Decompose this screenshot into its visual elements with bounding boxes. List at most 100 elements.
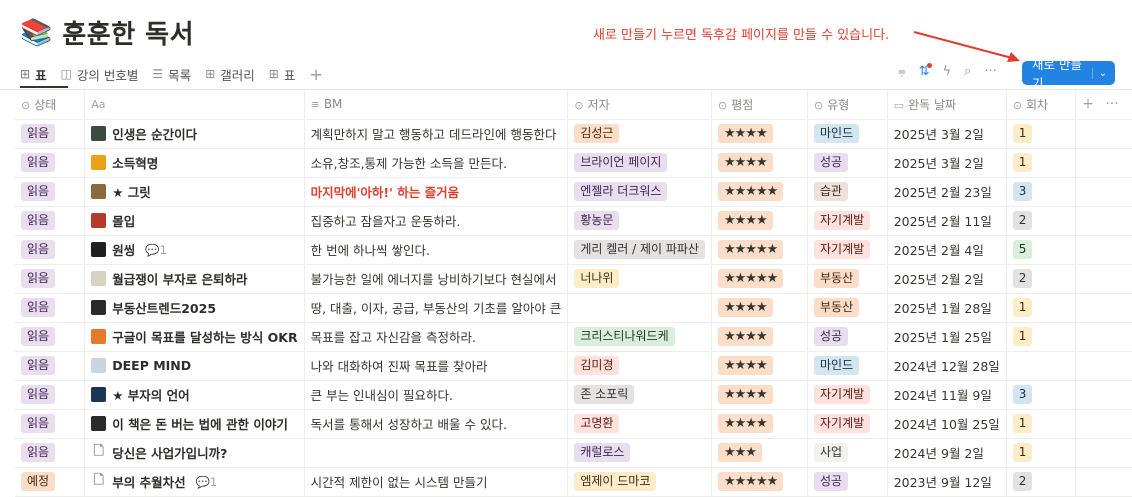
cell-bm[interactable]: 불가능한 일에 에너지를 낭비하기보다 현실에서	[304, 264, 569, 294]
cell-date[interactable]: 2025년 1월 28일	[887, 293, 1007, 323]
table-row[interactable]: 읽음 ★ 그릿 마지막에'아하!' 하는 즐거움 엔젤라 더크워스 ★★★★★ …	[15, 177, 1132, 207]
cell-author[interactable]: 엠제이 드마코	[567, 467, 712, 497]
cell-count[interactable]: 1	[1006, 119, 1077, 149]
more-icon[interactable]: ···	[1105, 96, 1118, 112]
cell-type[interactable]: 부동산	[807, 293, 888, 323]
cell-bm[interactable]: 마지막에'아하!' 하는 즐거움	[304, 177, 569, 207]
tab-2[interactable]: ☰ 목록	[152, 65, 191, 84]
cell-name[interactable]: 원씽 💬1	[84, 235, 305, 265]
cell-rating[interactable]: ★★★★	[711, 148, 809, 178]
cell-rating[interactable]: ★★★★	[711, 409, 809, 439]
cell-status[interactable]: 읽음	[15, 206, 86, 236]
cell-type[interactable]: 마인드	[807, 119, 888, 149]
cell-date[interactable]: 2025년 3월 2일	[887, 148, 1007, 178]
search-icon[interactable]: ⌕	[964, 64, 971, 79]
cell-count[interactable]: 5	[1006, 235, 1077, 265]
tab-1[interactable]: ◫ 강의 번호별	[61, 65, 139, 84]
cell-name[interactable]: 이 책은 돈 버는 법에 관한 이야기	[84, 409, 305, 439]
cell-rating[interactable]: ★★★★★	[711, 177, 809, 207]
cell-author[interactable]: 김미경	[567, 351, 712, 381]
column-header-author[interactable]: ⊙ 저자	[567, 90, 712, 120]
cell-count[interactable]: 2	[1006, 206, 1077, 236]
cell-date[interactable]: 2025년 2월 11일	[887, 206, 1007, 236]
cell-type[interactable]: 자기계발	[807, 409, 888, 439]
cell-type[interactable]: 습관	[807, 177, 888, 207]
cell-author[interactable]: 김성근	[567, 119, 712, 149]
cell-bm[interactable]: 집중하고 잠을자고 운동하라.	[304, 206, 569, 236]
cell-rating[interactable]: ★★★★★	[711, 264, 809, 294]
cell-date[interactable]: 2025년 2월 2일	[887, 264, 1007, 294]
table-row[interactable]: 읽음 DEEP MIND 나와 대화하여 진짜 목표를 찾아라 김미경 ★★★★…	[15, 351, 1132, 381]
cell-type[interactable]: 자기계발	[807, 235, 888, 265]
comment-count[interactable]: 💬1	[196, 475, 218, 489]
cell-rating[interactable]: ★★★★	[711, 322, 809, 352]
cell-status[interactable]: 읽음	[15, 264, 86, 294]
cell-rating[interactable]: ★★★★	[711, 351, 809, 381]
cell-name[interactable]: DEEP MIND	[84, 351, 305, 381]
table-row[interactable]: 읽음 월급쟁이 부자로 은퇴하라 불가능한 일에 에너지를 낭비하기보다 현실에…	[15, 264, 1132, 294]
cell-status[interactable]: 읽음	[15, 148, 86, 178]
cell-date[interactable]: 2025년 3월 2일	[887, 119, 1007, 149]
cell-count[interactable]: 1	[1006, 438, 1077, 468]
cell-count[interactable]: 3	[1006, 380, 1077, 410]
cell-name[interactable]: 몰입	[84, 206, 305, 236]
cell-bm[interactable]: 땅, 대출, 이자, 공급, 부동산의 기초를 알아야 큰	[304, 293, 569, 323]
column-header-rating[interactable]: ⊙ 평점	[711, 90, 809, 120]
table-row[interactable]: 읽음 인생은 순간이다 계획만하지 말고 행동하고 데드라인에 행동한다 김성근…	[15, 119, 1132, 149]
more-icon[interactable]: ···	[984, 64, 996, 79]
cell-author[interactable]: 게리 켈러 / 제이 파파산	[567, 235, 712, 265]
cell-name[interactable]: 구글이 목표를 달성하는 방식 OKR	[84, 322, 305, 352]
cell-type[interactable]: 부동산	[807, 264, 888, 294]
table-row[interactable]: 읽음 이 책은 돈 버는 법에 관한 이야기 독서를 통해서 성장하고 배울 수…	[15, 409, 1132, 439]
cell-name[interactable]: 인생은 순간이다	[84, 119, 305, 149]
cell-type[interactable]: 성공	[807, 148, 888, 178]
column-header-count[interactable]: ⊙ 회차	[1006, 90, 1077, 120]
cell-status[interactable]: 읽음	[15, 322, 86, 352]
cell-status[interactable]: 읽음	[15, 293, 86, 323]
cell-count[interactable]: 2	[1006, 264, 1077, 294]
cell-author[interactable]: 크리스티나워드케	[567, 322, 712, 352]
column-header-status[interactable]: ⊙ 상태	[15, 90, 86, 120]
comment-count[interactable]: 💬1	[145, 243, 167, 257]
cell-type[interactable]: 자기계발	[807, 380, 888, 410]
cell-name[interactable]: ★ 부자의 언어	[84, 380, 305, 410]
cell-date[interactable]: 2025년 1월 25일	[887, 322, 1007, 352]
cell-rating[interactable]: ★★★★★	[711, 235, 809, 265]
chevron-down-icon[interactable]: ⌄	[1091, 67, 1107, 79]
cell-count[interactable]: 2	[1006, 467, 1077, 497]
cell-date[interactable]: 2024년 11월 9일	[887, 380, 1007, 410]
cell-status[interactable]: 예정	[15, 467, 86, 497]
cell-bm[interactable]: 독서를 통해서 성장하고 배울 수 있다.	[304, 409, 569, 439]
column-header-type[interactable]: ⊙ 유형	[807, 90, 888, 120]
tab-4[interactable]: ⊞ 표	[269, 65, 296, 84]
cell-status[interactable]: 읽음	[15, 177, 86, 207]
cell-count[interactable]: 1	[1006, 409, 1077, 439]
cell-rating[interactable]: ★★★★★	[711, 467, 809, 497]
table-row[interactable]: 읽음 소득혁명 소유,창조,통제 가능한 소득을 만든다. 브라이언 페이지 ★…	[15, 148, 1132, 178]
table-row[interactable]: 읽음 몰입 집중하고 잠을자고 운동하라. 황농문 ★★★★ 자기계발 2025…	[15, 206, 1132, 236]
table-row[interactable]: 읽음 원씽 💬1 한 번에 하나씩 쌓인다. 게리 켈러 / 제이 파파산 ★★★…	[15, 235, 1132, 265]
automation-icon[interactable]: ϟ	[943, 64, 952, 79]
table-row[interactable]: 읽음 구글이 목표를 달성하는 방식 OKR 목표를 잡고 자신감을 측정하라.…	[15, 322, 1132, 352]
cell-name[interactable]: 월급쟁이 부자로 은퇴하라	[84, 264, 305, 294]
table-row[interactable]: 읽음 🗋 당신은 사업가입니까? 캐럴로스 ★★★ 사업 2024년 9월 2일 …	[15, 438, 1132, 468]
cell-author[interactable]: 브라이언 페이지	[567, 148, 712, 178]
cell-author[interactable]: 황농문	[567, 206, 712, 236]
cell-bm[interactable]: 소유,창조,통제 가능한 소득을 만든다.	[304, 148, 569, 178]
cell-bm[interactable]: 큰 부는 인내심이 필요하다.	[304, 380, 569, 410]
cell-bm[interactable]: 한 번에 하나씩 쌓인다.	[304, 235, 569, 265]
tab-0[interactable]: ⊞ 표	[20, 65, 47, 84]
cell-name[interactable]: 부동산트렌드2025	[84, 293, 305, 323]
cell-author[interactable]: 너나위	[567, 264, 712, 294]
cell-rating[interactable]: ★★★★	[711, 380, 809, 410]
cell-type[interactable]: 마인드	[807, 351, 888, 381]
cell-author[interactable]: 엔젤라 더크워스	[567, 177, 712, 207]
cell-type[interactable]: 자기계발	[807, 206, 888, 236]
cell-name[interactable]: 소득혁명	[84, 148, 305, 178]
cell-date[interactable]: 2025년 2월 4일	[887, 235, 1007, 265]
cell-rating[interactable]: ★★★★	[711, 206, 809, 236]
column-header-date[interactable]: ▭ 완독 날짜	[887, 90, 1007, 120]
cell-type[interactable]: 사업	[807, 438, 888, 468]
cell-rating[interactable]: ★★★★	[711, 119, 809, 149]
add-property-icon[interactable]: +	[1082, 96, 1094, 112]
